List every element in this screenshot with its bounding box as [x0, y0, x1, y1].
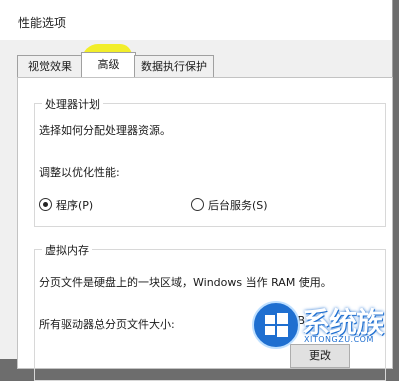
- total-paging-file-label: 所有驱动器总分页文件大小:: [39, 318, 175, 331]
- processor-scheduling-group: 处理器计划 选择如何分配处理器资源。 调整以优化性能: 程序(P) 后台服务(S…: [34, 96, 386, 227]
- radio-programs-indicator[interactable]: [39, 198, 52, 211]
- virtual-memory-description: 分页文件是硬盘上的一块区域，Windows 当作 RAM 使用。: [39, 276, 332, 289]
- processor-scheduling-title: 处理器计划: [42, 96, 103, 112]
- radio-background-services[interactable]: 后台服务(S): [191, 197, 281, 213]
- tab-advanced[interactable]: 高级: [81, 52, 136, 78]
- radio-background-services-indicator[interactable]: [191, 198, 204, 211]
- watermark-url: XITONGZU.COM: [304, 335, 374, 344]
- windows-logo-glyph: [265, 313, 288, 337]
- virtual-memory-title: 虚拟内存: [42, 242, 92, 258]
- tab-data-execution-prevention[interactable]: 数据执行保护: [134, 55, 214, 77]
- radio-background-services-label: 后台服务(S): [208, 199, 268, 212]
- adjust-for-label: 调整以优化性能:: [39, 166, 120, 179]
- title-bar[interactable]: 性能选项: [0, 0, 392, 40]
- radio-programs-label: 程序(P): [56, 199, 94, 212]
- radio-programs[interactable]: 程序(P): [39, 197, 109, 213]
- processor-description: 选择如何分配处理器资源。: [39, 124, 171, 137]
- windows-logo-icon: [252, 301, 300, 349]
- window-title: 性能选项: [18, 16, 67, 30]
- watermark: 系统族 XITONGZU.COM: [252, 295, 399, 359]
- tab-visual-effects[interactable]: 视觉效果: [17, 55, 83, 77]
